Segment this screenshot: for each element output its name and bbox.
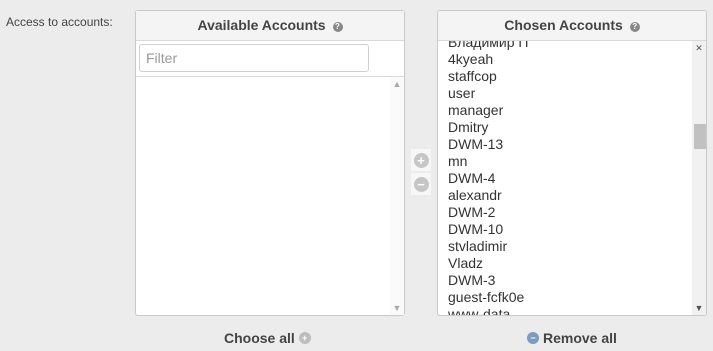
help-icon[interactable]: ? [629, 22, 640, 32]
plus-circle-icon: + [413, 152, 429, 168]
available-accounts-title: Available Accounts [197, 17, 326, 33]
choose-all-label: Choose all [224, 330, 295, 346]
chosen-accounts-list[interactable]: Владимир П 4kyeah staffcop user manager Dmitr… [438, 41, 706, 315]
list-item[interactable]: staffcop [448, 68, 528, 85]
chosen-accounts-header: Chosen Accounts ? [438, 11, 706, 41]
list-item[interactable]: DWM-13 [448, 136, 528, 153]
list-item[interactable]: DWM-3 [448, 272, 528, 289]
remove-all-label: Remove all [543, 330, 617, 346]
scroll-up-arrow-icon[interactable]: ✕ [692, 41, 706, 55]
list-item[interactable]: manager [448, 102, 528, 119]
choose-all-button[interactable]: Choose all + [224, 330, 311, 346]
add-selected-button[interactable]: + [411, 149, 431, 171]
list-item[interactable]: Vladz [448, 255, 528, 272]
list-item[interactable]: Dmitry [448, 119, 528, 136]
chosen-accounts-title: Chosen Accounts [504, 17, 623, 33]
list-item[interactable]: DWM-4 [448, 170, 528, 187]
available-list-scrollbar[interactable]: ▲ ▼ [390, 77, 404, 315]
help-icon[interactable]: ? [332, 22, 343, 32]
minus-circle-icon: − [413, 176, 429, 192]
list-item[interactable]: DWM-2 [448, 204, 528, 221]
filter-input[interactable] [139, 44, 369, 72]
scroll-down-arrow-icon[interactable]: ▼ [692, 301, 706, 315]
available-accounts-list[interactable]: ▲ ▼ [136, 76, 404, 315]
access-to-accounts-label: Access to accounts: [6, 15, 113, 29]
chosen-accounts-panel: Chosen Accounts ? Владимир П 4kyeah staffc… [437, 10, 707, 316]
list-item[interactable]: DWM-10 [448, 221, 528, 238]
remove-selected-button[interactable]: − [411, 173, 431, 195]
list-item[interactable]: mn [448, 153, 528, 170]
scroll-thumb[interactable] [694, 124, 706, 149]
scroll-up-arrow-icon[interactable]: ▲ [390, 77, 404, 91]
list-item[interactable]: www-data [448, 306, 528, 315]
available-accounts-panel: Available Accounts ? ▲ ▼ [135, 10, 405, 316]
list-item[interactable]: Владимир П [448, 41, 528, 51]
available-accounts-header: Available Accounts ? [136, 11, 404, 41]
chosen-list-scrollbar[interactable]: ✕ ▼ [692, 41, 706, 315]
list-item[interactable]: stvladimir [448, 238, 528, 255]
chosen-accounts-items: Владимир П 4kyeah staffcop user manager Dmitr… [448, 41, 528, 315]
list-item[interactable]: user [448, 85, 528, 102]
scroll-down-arrow-icon[interactable]: ▼ [390, 301, 404, 315]
list-item[interactable]: alexandr [448, 187, 528, 204]
minus-circle-icon: − [527, 332, 539, 344]
list-item[interactable]: guest-fcfk0e [448, 289, 528, 306]
plus-circle-icon: + [298, 332, 311, 344]
list-item[interactable]: 4kyeah [448, 51, 528, 68]
remove-all-button[interactable]: − Remove all [527, 330, 617, 346]
